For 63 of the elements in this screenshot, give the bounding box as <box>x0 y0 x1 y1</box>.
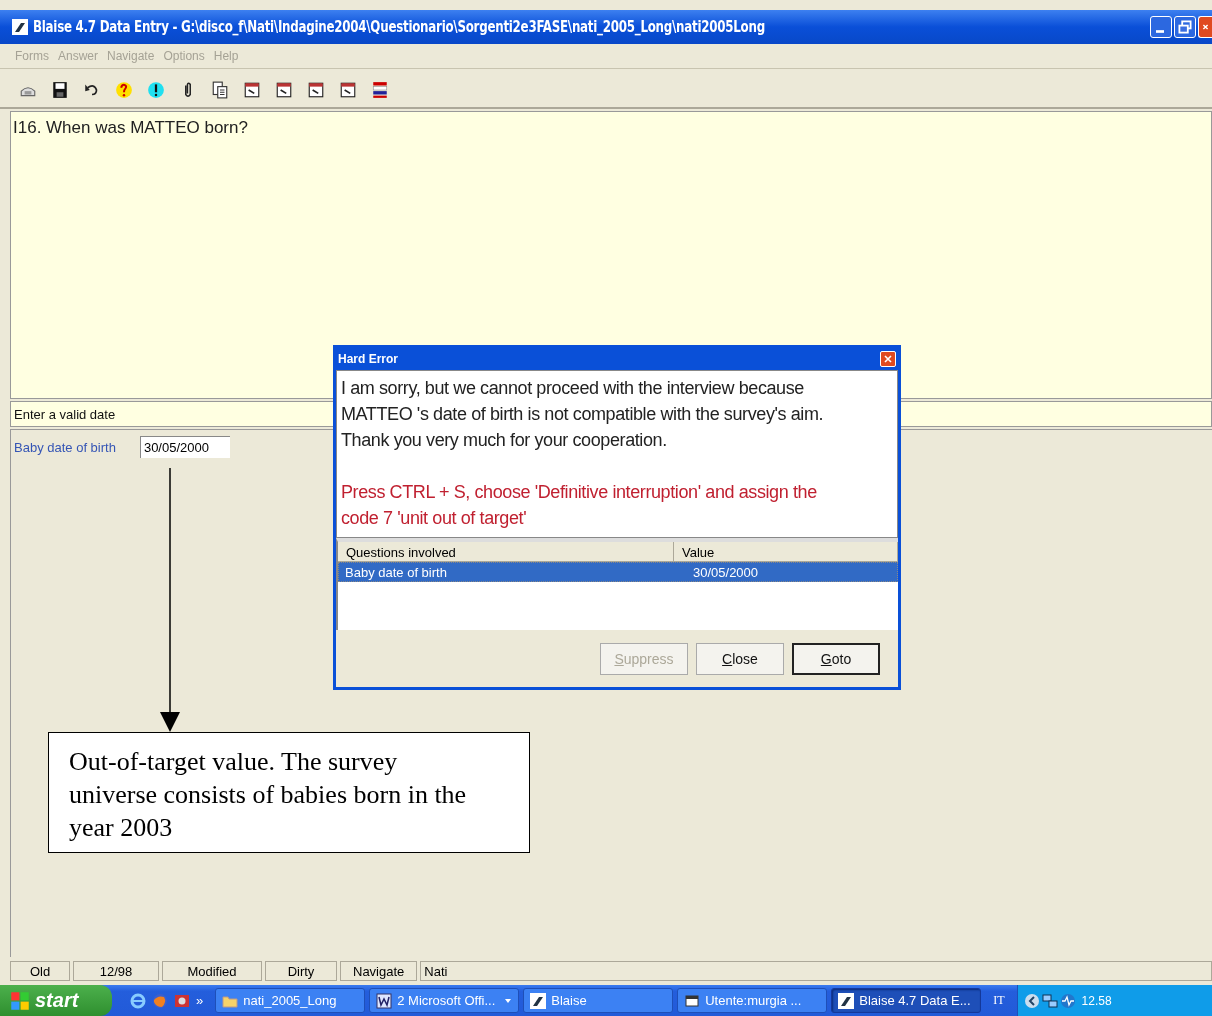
menu-item[interactable]: Options <box>163 49 205 63</box>
date-field[interactable]: 30/05/2000 <box>139 436 230 458</box>
menu-item[interactable]: Navigate <box>107 49 155 63</box>
restore-button[interactable] <box>1174 16 1196 38</box>
table-cell-text: Baby date of birth <box>344 564 448 581</box>
menu-item[interactable]: Help <box>213 49 239 63</box>
form-icon[interactable] <box>275 81 293 99</box>
form-icon[interactable] <box>243 81 261 99</box>
taskbar-button[interactable]: Blaise 4.7 Data E... <box>831 988 982 1013</box>
start-button[interactable]: start <box>0 985 112 1016</box>
chevron-icon[interactable] <box>1023 992 1040 1009</box>
instruction-text: Press CTRL + S, choose 'Definitive interruption' and assign the code 7 'unit out of target' <box>341 481 818 530</box>
status-field: 12/98 <box>73 961 159 981</box>
status-field: Modified <box>162 961 262 981</box>
callout-text: Out-of-target value. The survey universe consists of babies born in the year 2003 <box>69 746 468 844</box>
close-button[interactable] <box>880 351 896 367</box>
status-field: Old <box>10 961 70 981</box>
close-icon <box>883 354 893 364</box>
app-icon <box>12 19 28 35</box>
close-button[interactable] <box>1198 16 1212 38</box>
save-icon[interactable] <box>51 81 69 99</box>
language-indicator[interactable]: IT <box>985 993 1013 1008</box>
more-chevron[interactable]: » <box>196 993 204 1008</box>
status-field: Dirty <box>265 961 337 981</box>
status-field: Nati <box>420 961 1212 981</box>
taskbar-button[interactable]: Blaise <box>523 988 674 1013</box>
restore-icon <box>1178 20 1192 34</box>
question-text: I16. When was MATTEO born? <box>13 118 248 137</box>
document-icon <box>376 992 393 1009</box>
flag-icon[interactable] <box>371 81 389 99</box>
menu-item[interactable]: Answer <box>58 49 98 63</box>
field-label: Baby date of birth <box>14 439 116 455</box>
status-field: Navigate <box>340 961 418 981</box>
form-icon[interactable] <box>307 81 325 99</box>
question-icon[interactable] <box>115 81 133 99</box>
message-text: I am sorry, but we cannot proceed with the interview because <box>341 377 805 400</box>
windows-logo-icon <box>10 990 30 1011</box>
app-icon <box>530 992 547 1009</box>
message-text: MATTEO 's date of birth is not compatible with the survey's aim. <box>341 403 825 426</box>
exclamation-icon[interactable] <box>147 81 165 99</box>
table-cell-text: 30/05/2000 <box>692 564 760 581</box>
taskbar-button[interactable]: nati_2005_Long <box>215 988 366 1013</box>
document-icon[interactable] <box>211 81 229 99</box>
table-row[interactable]: Baby date of birth 30/05/2000 <box>338 562 898 582</box>
window-icon <box>684 992 701 1009</box>
form-icon[interactable] <box>339 81 357 99</box>
taskbar-button[interactable]: Utente:murgia ... <box>677 988 828 1013</box>
app-icon[interactable] <box>174 992 190 1009</box>
network-icon[interactable] <box>1041 992 1058 1009</box>
browser-icon[interactable] <box>130 992 146 1009</box>
dialog-button[interactable]: Goto <box>792 642 880 675</box>
message-text: Thank you very much for your cooperation. <box>341 429 668 452</box>
clock: 12.58 <box>1081 993 1112 1008</box>
pulse-icon[interactable] <box>1059 992 1076 1009</box>
window-title: Blaise 4.7 Data Entry - G:\disco_f\Nati\Indagine2004\Questionario\Sorgenti2e3FASE\nati_2005_Long\nati2005Long <box>33 18 766 36</box>
hint-text: Enter a valid date <box>14 406 116 422</box>
dialog-button[interactable]: Close <box>696 642 784 675</box>
app-icon <box>838 992 855 1009</box>
taskbar-button[interactable]: 2 Microsoft Offi... <box>369 988 520 1013</box>
menu-item[interactable]: Forms <box>15 49 49 63</box>
minimize-icon <box>1156 30 1164 33</box>
dialog-title: Hard Error <box>338 352 399 366</box>
minimize-button[interactable] <box>1150 16 1172 38</box>
